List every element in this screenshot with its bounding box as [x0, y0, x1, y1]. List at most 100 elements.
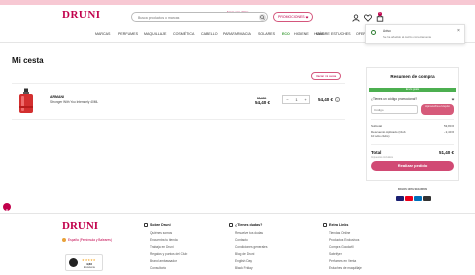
footer-link[interactable]: Tiendas Online: [329, 231, 350, 235]
product-name[interactable]: Stronger With You Intensely 40ML: [50, 100, 98, 104]
total-row: Total 51,40 €: [371, 150, 454, 155]
discount-row-2: 10 sólo clubs): [371, 134, 454, 138]
tax-note: Impuestos incluidos: [371, 156, 393, 159]
quantity-value[interactable]: 1: [292, 96, 301, 104]
apply-coupon-label: Aprovecha el cupón: [425, 104, 450, 108]
nav-item-eco[interactable]: ECO: [282, 32, 290, 37]
nav-item-maquillaje[interactable]: MAQUILLAJE: [144, 32, 166, 37]
footer-link[interactable]: Quiénes somos: [150, 231, 172, 235]
quantity-minus-button[interactable]: −: [283, 96, 292, 104]
subtotal-row: Subtotal 53,80 €: [371, 124, 454, 128]
chevron-down-icon: [305, 15, 309, 19]
cart-divider-top: [12, 83, 345, 84]
footer-link[interactable]: Encuentra tu tienda: [150, 238, 178, 242]
search-icon: [260, 15, 265, 20]
footer-link[interactable]: Compra Goodwill: [329, 245, 353, 249]
search-bar[interactable]: [131, 12, 268, 22]
empty-cart-button[interactable]: Vaciar mi cesta: [311, 72, 341, 80]
promo-code-input[interactable]: [371, 105, 418, 114]
applepay-icon: [423, 196, 431, 201]
search-button[interactable]: [259, 14, 266, 21]
summary-divider-2: [371, 144, 454, 145]
nav-item-marcas[interactable]: MARCAS: [95, 32, 110, 37]
footer-link[interactable]: Blog de Druni: [235, 252, 254, 256]
empty-cart-label: Vaciar mi cesta: [315, 74, 337, 78]
spain-flag-icon: [62, 238, 66, 242]
place-order-button[interactable]: Realizar pedido: [371, 161, 454, 171]
footer-logo[interactable]: DRUNI: [62, 220, 98, 232]
footer-link[interactable]: Perfumes en Venta: [329, 259, 356, 263]
rating-quality: Excelente: [84, 266, 95, 269]
summary-divider: [371, 119, 454, 120]
subtotal-label: Subtotal: [371, 124, 383, 128]
page-title: Mi cesta: [12, 56, 44, 65]
product-image[interactable]: [17, 88, 35, 114]
nav-item-estuches[interactable]: ESTUCHES: [331, 32, 351, 37]
secure-payments-label: PAGOS 100% SEGUROS: [397, 188, 428, 191]
search-input[interactable]: [138, 14, 248, 21]
user-icon[interactable]: [352, 14, 360, 22]
product-price: 54,40 €: [255, 100, 271, 105]
footer-link[interactable]: Black Friday: [235, 266, 253, 270]
footer-divider: [0, 213, 475, 214]
footer-link[interactable]: Consultorio: [150, 266, 166, 270]
footer-link[interactable]: Regalos y puntos del Club: [150, 252, 187, 256]
close-icon[interactable]: ×: [457, 29, 460, 34]
footer-link[interactable]: Sabrifyer: [329, 252, 342, 256]
free-shipping-bar: Envío gratis: [369, 88, 456, 92]
accessibility-icon: [5, 209, 9, 215]
summary-title: Resumen de compra: [390, 74, 435, 79]
nav-item-mas[interactable]: MÁS: [316, 32, 324, 37]
chevron-down-icon: [451, 97, 455, 101]
apply-coupon-button[interactable]: Aprovecha el cupón: [421, 104, 454, 115]
footer-col-heading: ¿Tienes dudas?: [235, 223, 263, 227]
nav-item-solares[interactable]: SOLARES: [258, 32, 275, 37]
toast-message: Se ha añadido al carrito correctamente: [383, 35, 432, 39]
help-icon: [229, 223, 233, 227]
visa-icon: [396, 196, 404, 201]
cart-count-badge: 1: [378, 12, 382, 16]
subtotal-value: 53,80 €: [443, 124, 454, 128]
info-icon[interactable]: i: [335, 97, 340, 102]
total-label: Total: [371, 150, 382, 155]
footer-link[interactable]: Trabaja en Druni: [150, 245, 174, 249]
druni-logo[interactable]: DRUNI: [62, 9, 101, 21]
link-icon: [323, 223, 327, 227]
quantity-plus-button[interactable]: +: [301, 96, 310, 104]
nav-item-cosmetica[interactable]: COSMÉTICA: [173, 32, 194, 37]
product-brand[interactable]: ARMANI: [50, 95, 64, 99]
free-shipping-label: Envío gratis: [405, 88, 420, 91]
quantity-stepper: − 1 +: [282, 95, 310, 104]
nav-item-perfumes[interactable]: PERFUMES: [118, 32, 138, 37]
footer-link[interactable]: Resuelve tus dudas: [235, 231, 263, 235]
store-icon: [144, 223, 148, 227]
footer-col-heading: Extra Links: [329, 223, 349, 227]
order-summary: Resumen de compra Envío gratis ¿Tienes u…: [366, 67, 459, 181]
nav-item-cabello[interactable]: CABELLO: [201, 32, 218, 37]
promotions-label: PROMOCIONES: [278, 15, 305, 19]
trust-badge[interactable]: ★★★★★ 4,63 Excelente: [65, 254, 103, 271]
footer-link[interactable]: Condiciones generales: [235, 245, 267, 249]
promo-code-toggle[interactable]: ¿Tienes un código promocional?: [371, 97, 417, 101]
trusted-shops-icon: [69, 258, 78, 267]
footer-col-heading: Sobre Druni: [150, 223, 171, 227]
language-selector[interactable]: España (Península y Baleares): [68, 238, 112, 242]
footer-link[interactable]: Productos Exclusivos: [329, 238, 359, 242]
mastercard-icon: [405, 196, 413, 201]
footer-link[interactable]: Contacto: [235, 238, 248, 242]
discount-label-2: 10 sólo clubs): [371, 134, 390, 138]
heart-icon[interactable]: [364, 14, 372, 22]
cart-divider-bottom: [12, 119, 345, 120]
place-order-label: Realizar pedido: [397, 163, 428, 168]
promotions-button[interactable]: PROMOCIONES: [273, 12, 313, 22]
accessibility-button[interactable]: [3, 203, 11, 215]
footer-link[interactable]: Brand ambassador: [150, 259, 177, 263]
nav-item-higiene[interactable]: HIGIENE: [294, 32, 309, 37]
check-circle-icon: [371, 30, 376, 35]
footer-link[interactable]: Estuches de maquillaje: [329, 266, 362, 270]
footer-link[interactable]: English Day: [235, 259, 252, 263]
nav-item-parafarmacia[interactable]: PARAFARMACIA: [223, 32, 251, 37]
toast-title: Aviso: [383, 29, 391, 33]
paypal-icon: [414, 196, 422, 201]
notification-toast: Aviso Se ha añadido al carrito correctam…: [365, 24, 465, 44]
